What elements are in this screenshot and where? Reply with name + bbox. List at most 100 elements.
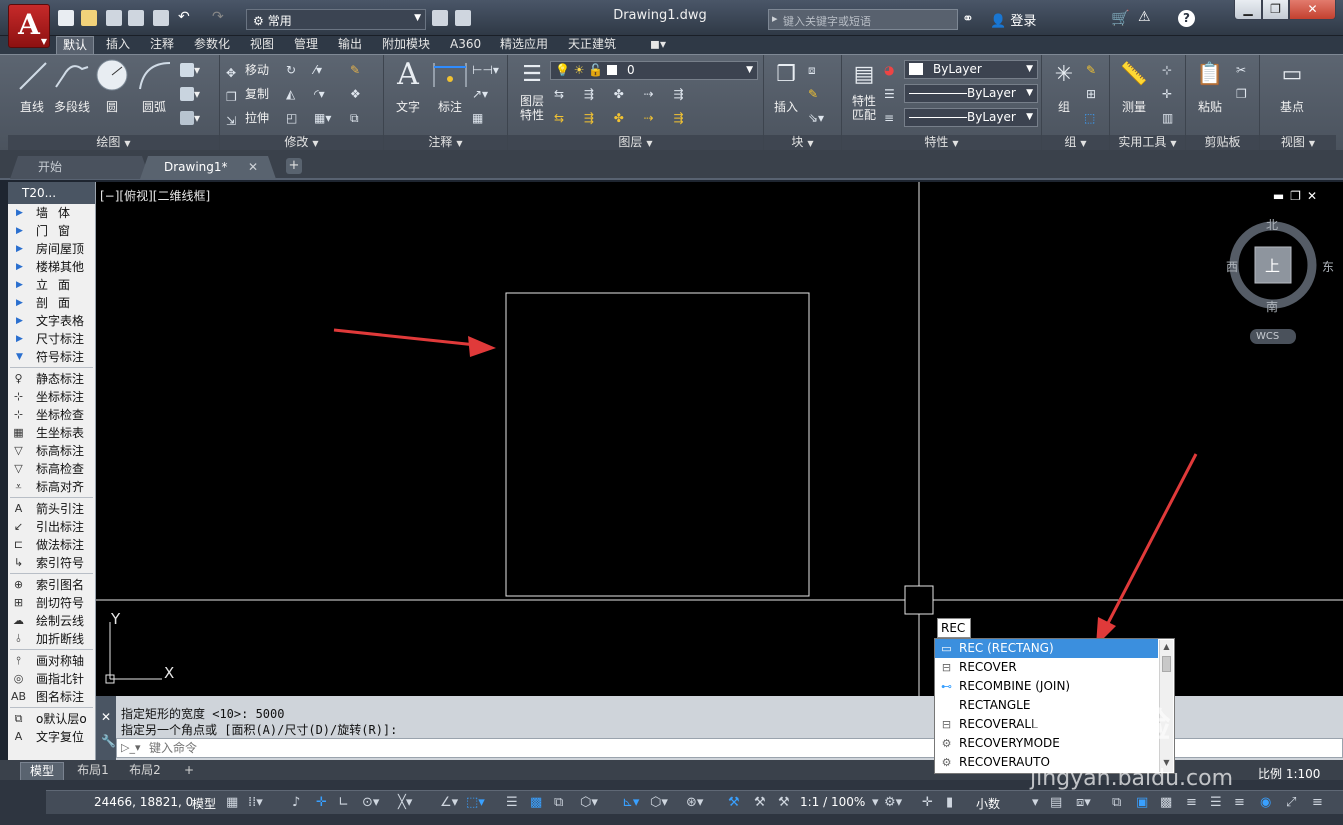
palette-tool[interactable]: ⫯ 画对称轴 [8, 652, 95, 670]
3d-osnap-icon[interactable]: ⬡▾ [580, 795, 598, 810]
table-icon[interactable]: ▦ [472, 107, 483, 129]
autocomplete-item[interactable]: ⊷ RECOMBINE (JOIN) [935, 677, 1158, 696]
hardware-accel-icon[interactable]: ▣ [1136, 795, 1148, 810]
palette-tool[interactable]: ↳ 索引符号 [8, 554, 95, 572]
tab-view[interactable]: 视图 [244, 36, 280, 54]
lineweight-dropdown[interactable]: ByLayer ▼ [904, 108, 1038, 127]
properties-group-title[interactable]: 特性 ▼ [842, 135, 1041, 151]
open-file-icon[interactable] [81, 10, 97, 26]
polar-icon[interactable]: ⊙▾ [362, 795, 379, 810]
viewcube-south[interactable]: 南 [1266, 298, 1278, 315]
infer-icon[interactable]: ♪ [292, 795, 300, 810]
annotation-visibility-icon[interactable]: ⚒ [728, 795, 740, 810]
palette-category[interactable]: ▶ 立面 [8, 276, 95, 294]
tab-parametric[interactable]: 参数化 [188, 36, 236, 54]
calculator-icon[interactable]: ▥ [1162, 107, 1173, 129]
workspace-select[interactable]: ⚙ 常用 ▼ [246, 9, 426, 30]
wcs-menu[interactable]: WCS [1250, 329, 1296, 344]
modify-group-title[interactable]: 修改 ▼ [220, 135, 383, 151]
clipboard-group-title[interactable]: 剪贴板 [1186, 135, 1259, 151]
explode-icon[interactable]: ❖ [350, 83, 361, 105]
palette-tool[interactable]: A 文字复位 [8, 728, 95, 746]
point-icon[interactable]: ✛ [1162, 83, 1172, 105]
lineweight-icon[interactable]: ≡ [884, 107, 894, 129]
wrench-icon[interactable]: 🔧 [101, 734, 116, 748]
tab-manage[interactable]: 管理 [288, 36, 324, 54]
color-wheel-icon[interactable]: ◕ [884, 59, 894, 81]
minimize-button[interactable]: ▁ [1234, 0, 1262, 20]
object-snap-tracking-icon[interactable]: ∠▾ [440, 795, 458, 810]
tab-annotate[interactable]: 注释 [144, 36, 180, 54]
binoculars-icon[interactable]: ⚭ [962, 11, 974, 27]
boundary-tool-icon[interactable]: ▾ [180, 107, 200, 129]
isodraft-icon[interactable]: ╳▾ [398, 795, 412, 810]
connect-icon[interactable]: ⚠ [1138, 9, 1151, 25]
tab-layout2[interactable]: 布局2 [122, 762, 168, 780]
groups-group-title[interactable]: 组 ▼ [1042, 135, 1109, 151]
tab-default[interactable]: 默认 [56, 36, 95, 54]
cart-icon[interactable]: 🛒 [1111, 9, 1130, 27]
scale-icon[interactable]: ◰ [286, 107, 297, 129]
selection-cycling-icon[interactable]: ⧉ [554, 795, 563, 810]
status-menu-icon[interactable]: ≡ [1312, 795, 1323, 810]
properties-toggle-icon[interactable]: ≡ [1186, 795, 1197, 810]
text-button[interactable]: A 文字 [386, 57, 430, 115]
quick-properties-icon[interactable]: ▮ [946, 795, 953, 810]
cursor-coordinates[interactable]: 24466, 18821, 0 [94, 795, 193, 809]
gizmo-icon[interactable]: ⊛▾ [686, 795, 703, 810]
tab-featured-apps[interactable]: 精选应用 [494, 36, 554, 54]
command-input[interactable] [149, 740, 749, 756]
tab-tangent[interactable]: 天正建筑 [562, 36, 622, 54]
autocomplete-item[interactable]: ▭ REC (RECTANG) [935, 639, 1158, 658]
quick-view-icon[interactable]: ▤ [1050, 795, 1062, 810]
viewcube-east[interactable]: 东 [1322, 258, 1334, 275]
viewcube-west[interactable]: 西 [1226, 258, 1238, 275]
lineweight-toggle-icon[interactable]: ☰ [506, 795, 518, 810]
palette-tool[interactable]: ⊏ 做法标注 [8, 536, 95, 554]
scroll-up-icon[interactable]: ▲ [1160, 642, 1173, 654]
scroll-thumb[interactable] [1162, 656, 1171, 672]
layer-properties-button[interactable]: ☰ 图层 特性 [510, 57, 554, 122]
base-view-button[interactable]: ▭ 基点 [1270, 57, 1314, 115]
close-icon[interactable]: ✕ [101, 710, 111, 724]
object-snap-icon[interactable]: ⬚▾ [466, 795, 485, 810]
measure-button[interactable]: 📏 测量 [1112, 57, 1156, 115]
palette-tool[interactable]: ▽ 标高标注 [8, 442, 95, 460]
gear-icon[interactable]: ⚙▾ [884, 795, 902, 810]
palette-tool[interactable]: ⊹ 坐标标注 [8, 388, 95, 406]
copy-button[interactable]: ❐ 复制 [226, 83, 269, 105]
fillet-icon[interactable]: ◜▾ [314, 83, 325, 105]
palette-tool[interactable]: AB 图名标注 [8, 688, 95, 706]
ungroup-icon[interactable]: ✎ [1086, 59, 1096, 81]
ribbon-toggle-icon[interactable]: ◼▾ [644, 36, 672, 54]
block-attributes-icon[interactable]: ⇘▾ [808, 107, 824, 129]
match-properties-button[interactable]: ▤ 特性 匹配 [842, 57, 886, 122]
array-icon[interactable]: ▦▾ [314, 107, 331, 129]
annotation-scale-icon[interactable]: ⚒ [778, 795, 790, 810]
save-as-icon[interactable] [128, 10, 144, 26]
new-tab-button[interactable]: + [286, 158, 302, 174]
offset-icon[interactable]: ⧉ [350, 107, 359, 129]
model-space-toggle[interactable]: 模型 [192, 795, 216, 812]
autocomplete-item[interactable]: ⊟ RECOVER [935, 658, 1158, 677]
group-edit-icon[interactable]: ⊞ [1086, 83, 1096, 105]
search-box[interactable]: ▸ 键入关键字或短语 [768, 9, 958, 30]
linear-dimension-icon[interactable]: ⊢⊣▾ [472, 59, 499, 81]
color-dropdown[interactable]: ByLayer ▼ [904, 60, 1038, 79]
palette-category[interactable]: ▶ 楼梯其他 [8, 258, 95, 276]
hatch-tool-icon[interactable]: ▾ [180, 83, 200, 105]
palette-category[interactable]: ▶ 房间屋顶 [8, 240, 95, 258]
tab-layout1[interactable]: 布局1 [70, 762, 116, 780]
rectangle-tool-icon[interactable]: ▾ [180, 59, 200, 81]
linetype-dropdown[interactable]: ByLayer ▼ [904, 84, 1038, 103]
layer-dropdown[interactable]: 💡 ☀ 🔓 0 ▼ [550, 61, 758, 80]
menu-icon[interactable]: ≡ [1234, 795, 1245, 810]
fullscreen-icon[interactable]: ⤢ [1286, 795, 1296, 810]
palette-tool[interactable]: ◎ 画指北针 [8, 670, 95, 688]
chevron-down-icon[interactable]: ▾ [872, 795, 879, 810]
palette-tool[interactable]: ▽ 标高检查 [8, 460, 95, 478]
layer-tools-row-1[interactable]: ⇆ ⇶ ✤ ⇢ ⇶ [554, 83, 692, 105]
palette-category[interactable]: ▶ 剖面 [8, 294, 95, 312]
add-layout-icon[interactable]: + [180, 762, 198, 780]
block-group-title[interactable]: 块 ▼ [764, 135, 841, 151]
